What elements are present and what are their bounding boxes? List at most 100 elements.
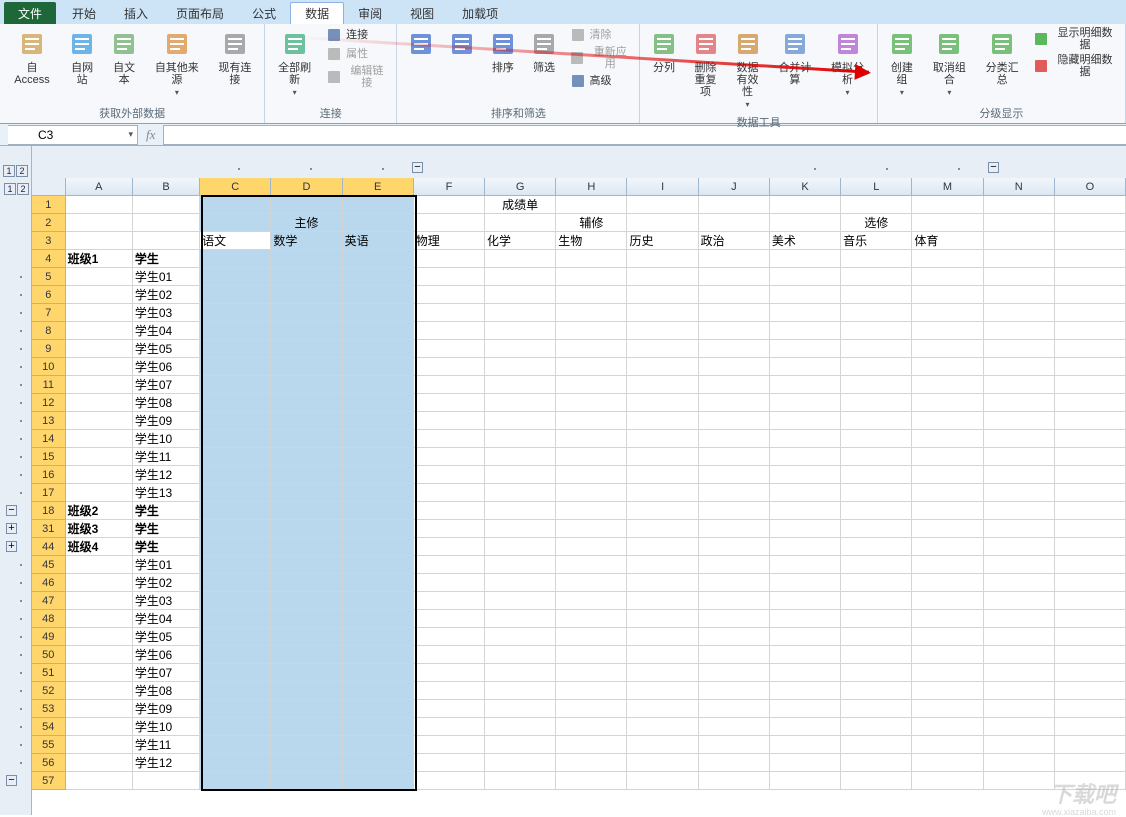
cell-M11[interactable] (912, 376, 983, 394)
cell-D4[interactable] (271, 250, 342, 268)
cell-E49[interactable] (343, 628, 414, 646)
cell-A7[interactable] (66, 304, 133, 322)
cell-E31[interactable] (343, 520, 414, 538)
cell-B17[interactable]: 学生13 (133, 484, 200, 502)
cell-M45[interactable] (912, 556, 983, 574)
cell-B48[interactable]: 学生04 (133, 610, 200, 628)
cell-E15[interactable] (343, 448, 414, 466)
cell-E16[interactable] (343, 466, 414, 484)
ribbon-btn-排序[interactable]: 排序 (483, 26, 522, 76)
cell-I9[interactable] (627, 340, 698, 358)
cell-K12[interactable] (770, 394, 841, 412)
cell-H9[interactable] (556, 340, 627, 358)
cell-O6[interactable] (1055, 286, 1126, 304)
cell-D46[interactable] (271, 574, 342, 592)
cell-B12[interactable]: 学生08 (133, 394, 200, 412)
col-header-K[interactable]: K (770, 178, 841, 196)
ribbon-btn-za[interactable] (442, 26, 481, 64)
cell-N53[interactable] (984, 700, 1055, 718)
cell-H2[interactable]: 辅修 (556, 214, 627, 232)
cell-B2[interactable] (133, 214, 200, 232)
cell-K50[interactable] (770, 646, 841, 664)
cell-J51[interactable] (699, 664, 770, 682)
cell-M4[interactable] (912, 250, 983, 268)
row-header-3[interactable]: 3 (32, 232, 66, 250)
cell-J47[interactable] (699, 592, 770, 610)
cell-H57[interactable] (556, 772, 627, 790)
cell-F45[interactable] (414, 556, 485, 574)
cell-J48[interactable] (699, 610, 770, 628)
cell-C3[interactable]: 语文 (200, 232, 271, 250)
cell-L52[interactable] (841, 682, 912, 700)
cell-G49[interactable] (485, 628, 556, 646)
row-header-53[interactable]: 53 (32, 700, 66, 718)
cell-K5[interactable] (770, 268, 841, 286)
cell-F12[interactable] (414, 394, 485, 412)
cell-M18[interactable] (912, 502, 983, 520)
cell-G5[interactable] (485, 268, 556, 286)
cell-E54[interactable] (343, 718, 414, 736)
row-header-45[interactable]: 45 (32, 556, 66, 574)
cell-B13[interactable]: 学生09 (133, 412, 200, 430)
ribbon-btn-连接[interactable]: 连接 (322, 26, 392, 44)
cell-C48[interactable] (200, 610, 271, 628)
cell-N6[interactable] (984, 286, 1055, 304)
cell-L31[interactable] (841, 520, 912, 538)
cell-I1[interactable] (627, 196, 698, 214)
cell-J57[interactable] (699, 772, 770, 790)
cell-D11[interactable] (271, 376, 342, 394)
cell-H51[interactable] (556, 664, 627, 682)
cell-B54[interactable]: 学生10 (133, 718, 200, 736)
cell-F8[interactable] (414, 322, 485, 340)
cell-A2[interactable] (66, 214, 133, 232)
cell-A12[interactable] (66, 394, 133, 412)
col-outline-level-2[interactable]: 2 (16, 165, 28, 177)
cell-C53[interactable] (200, 700, 271, 718)
cell-O57[interactable] (1055, 772, 1126, 790)
cell-C45[interactable] (200, 556, 271, 574)
row-header-17[interactable]: 17 (32, 484, 66, 502)
cell-I13[interactable] (627, 412, 698, 430)
row-header-15[interactable]: 15 (32, 448, 66, 466)
cell-D31[interactable] (271, 520, 342, 538)
cell-I48[interactable] (627, 610, 698, 628)
cell-A9[interactable] (66, 340, 133, 358)
cell-A50[interactable] (66, 646, 133, 664)
col-header-M[interactable]: M (912, 178, 983, 196)
cell-J54[interactable] (699, 718, 770, 736)
cell-J49[interactable] (699, 628, 770, 646)
cell-C15[interactable] (200, 448, 271, 466)
cell-B14[interactable]: 学生10 (133, 430, 200, 448)
cell-A55[interactable] (66, 736, 133, 754)
cell-L45[interactable] (841, 556, 912, 574)
row-header-7[interactable]: 7 (32, 304, 66, 322)
cell-G47[interactable] (485, 592, 556, 610)
cell-I3[interactable]: 历史 (627, 232, 698, 250)
cell-D49[interactable] (271, 628, 342, 646)
cell-O9[interactable] (1055, 340, 1126, 358)
cell-F1[interactable] (414, 196, 485, 214)
cell-O12[interactable] (1055, 394, 1126, 412)
cell-G11[interactable] (485, 376, 556, 394)
cell-C49[interactable] (200, 628, 271, 646)
cell-E12[interactable] (343, 394, 414, 412)
cell-L6[interactable] (841, 286, 912, 304)
cell-I57[interactable] (627, 772, 698, 790)
cell-O45[interactable] (1055, 556, 1126, 574)
cell-N7[interactable] (984, 304, 1055, 322)
cell-L9[interactable] (841, 340, 912, 358)
cell-K7[interactable] (770, 304, 841, 322)
cell-H49[interactable] (556, 628, 627, 646)
cell-K56[interactable] (770, 754, 841, 772)
cell-C13[interactable] (200, 412, 271, 430)
cell-D15[interactable] (271, 448, 342, 466)
cell-L10[interactable] (841, 358, 912, 376)
row-header-9[interactable]: 9 (32, 340, 66, 358)
cell-G48[interactable] (485, 610, 556, 628)
row-header-14[interactable]: 14 (32, 430, 66, 448)
cell-A54[interactable] (66, 718, 133, 736)
cell-B55[interactable]: 学生11 (133, 736, 200, 754)
cell-A56[interactable] (66, 754, 133, 772)
cell-K46[interactable] (770, 574, 841, 592)
cell-C55[interactable] (200, 736, 271, 754)
